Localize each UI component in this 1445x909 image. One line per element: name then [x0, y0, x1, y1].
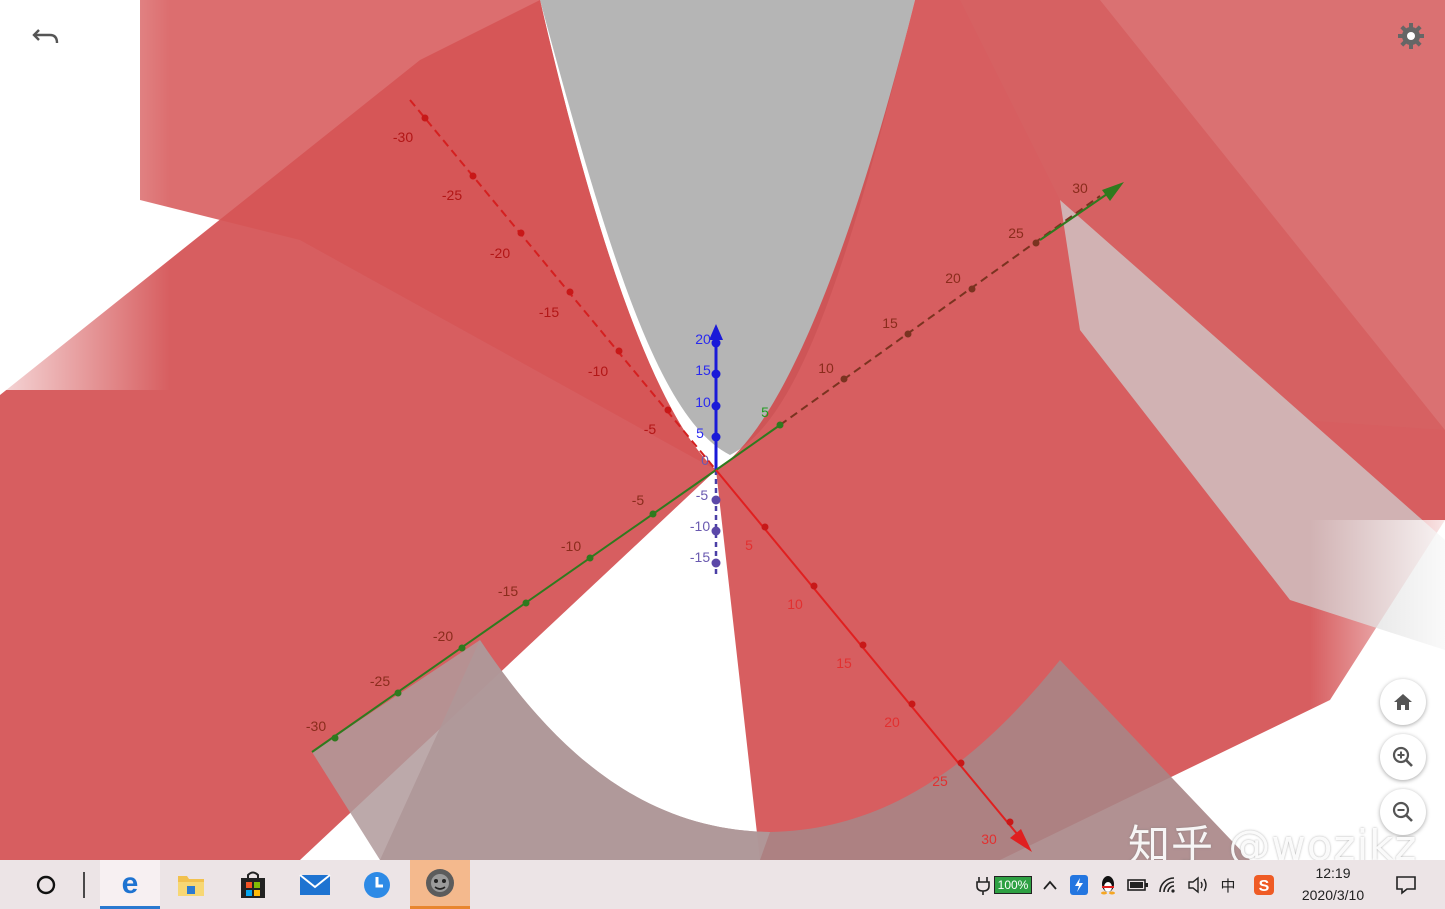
- task-view-divider: [80, 860, 88, 909]
- green-axis-label-neg25: -25: [370, 673, 390, 689]
- red-axis-label-neg5: -5: [644, 421, 657, 437]
- green-axis-label-neg30: -30: [306, 718, 326, 734]
- blue-axis-label-20: 20: [695, 331, 711, 347]
- red-axis-label-15: 15: [836, 655, 852, 671]
- blue-axis-label-10: 10: [695, 394, 711, 410]
- zoom-in-button[interactable]: [1380, 734, 1426, 780]
- undo-icon[interactable]: [28, 22, 64, 52]
- blue-axis-label-neg5: -5: [696, 487, 709, 503]
- store-icon[interactable]: [223, 860, 283, 909]
- clock-time: 12:19: [1315, 865, 1351, 881]
- wifi-icon[interactable]: [1157, 872, 1181, 898]
- graphics-3d-view[interactable]: 5 10 15 20 -5 -10 -15 0 -5 -10 -15 -20 -…: [0, 0, 1445, 860]
- red-axis-label-20: 20: [884, 714, 900, 730]
- red-axis-label-5: 5: [745, 537, 753, 553]
- home-icon: [1394, 694, 1412, 710]
- power-plug-icon: [975, 877, 990, 895]
- action-center-icon[interactable]: [1392, 872, 1420, 898]
- green-axis-label-neg10: -10: [561, 538, 581, 554]
- mail-icon[interactable]: [285, 860, 345, 909]
- red-axis-label-25: 25: [932, 773, 948, 789]
- red-axis-label-neg15: -15: [539, 304, 559, 320]
- red-axis-label-neg30: -30: [393, 129, 413, 145]
- blue-axis-label-5: 5: [696, 425, 704, 441]
- geogebra-app-icon[interactable]: [410, 860, 470, 909]
- green-axis-label-neg5: -5: [632, 492, 645, 508]
- blue-axis-label-neg10: -10: [690, 518, 710, 534]
- thunder-app-icon[interactable]: [1068, 872, 1090, 898]
- red-axis-label-10: 10: [787, 596, 803, 612]
- green-axis-label-5: 5: [761, 404, 769, 420]
- green-axis-label-30: 30: [1072, 180, 1088, 196]
- volume-icon[interactable]: [1186, 872, 1210, 898]
- green-axis-label-10: 10: [818, 360, 834, 376]
- green-axis-label-neg15: -15: [498, 583, 518, 599]
- green-axis-label-20: 20: [945, 270, 961, 286]
- file-explorer-icon[interactable]: [161, 860, 221, 909]
- clock-app-icon[interactable]: [347, 860, 407, 909]
- taskbar-clock[interactable]: 12:19 2020/3/10: [1290, 862, 1376, 906]
- edge-icon[interactable]: e: [100, 860, 160, 909]
- blue-axis-label-15: 15: [695, 362, 711, 378]
- gear-icon[interactable]: [1394, 19, 1428, 53]
- battery-icon[interactable]: [1126, 872, 1150, 898]
- qq-penguin-icon[interactable]: [1097, 872, 1119, 898]
- red-axis-label-neg10: -10: [588, 363, 608, 379]
- ime-indicator[interactable]: 中: [1217, 872, 1239, 898]
- chevron-up-icon[interactable]: [1040, 872, 1060, 898]
- zoom-in-icon: [1392, 746, 1413, 767]
- green-axis-label-15: 15: [882, 315, 898, 331]
- svg-text:S: S: [1259, 878, 1270, 895]
- red-axis-label-neg25: -25: [442, 187, 462, 203]
- green-axis-label-neg20: -20: [433, 628, 453, 644]
- sogou-input-icon[interactable]: S: [1252, 872, 1276, 898]
- battery-percent: 100%: [993, 876, 1033, 894]
- green-axis-label-25: 25: [1008, 225, 1024, 241]
- windows-taskbar: e 100% 中 S: [0, 860, 1445, 909]
- red-axis-label-30: 30: [981, 831, 997, 847]
- red-axis-label-neg20: -20: [490, 245, 510, 261]
- home-button[interactable]: [1380, 679, 1426, 725]
- svg-text:e: e: [122, 868, 139, 898]
- search-circle-icon[interactable]: [28, 860, 64, 909]
- blue-axis-label-neg15: -15: [690, 549, 710, 565]
- battery-indicator[interactable]: 100%: [972, 872, 1034, 898]
- ime-label: 中: [1220, 876, 1236, 895]
- clock-date: 2020/3/10: [1301, 887, 1365, 903]
